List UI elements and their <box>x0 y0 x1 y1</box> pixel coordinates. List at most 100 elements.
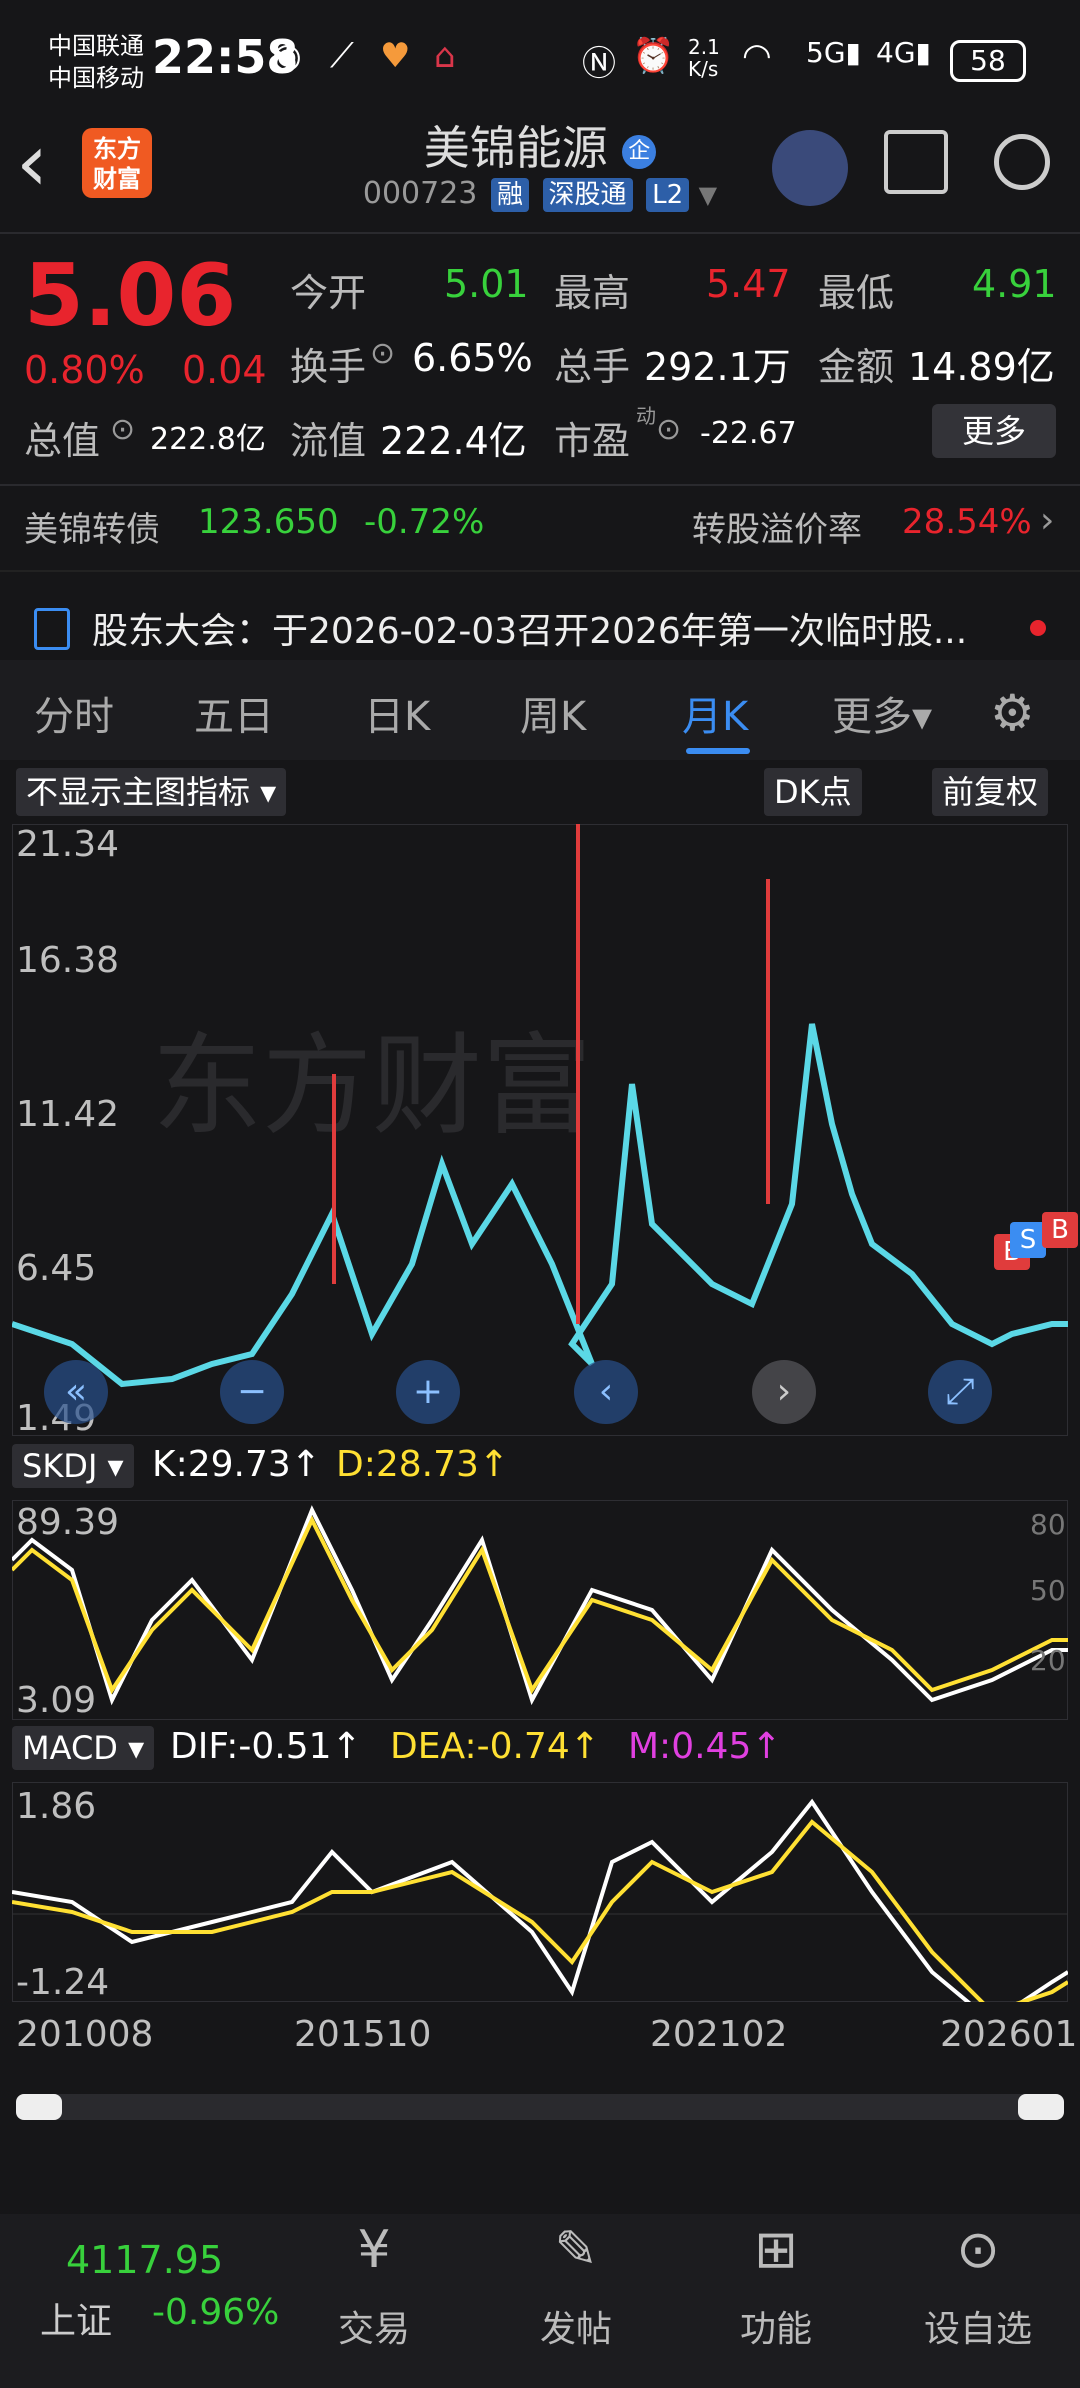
x-tick-label: 201008 <box>16 2014 154 2055</box>
bond-label[interactable]: 美锦转债 <box>24 502 160 551</box>
share-icon[interactable] <box>884 130 948 194</box>
carrier-1: 中国联通 <box>48 32 144 60</box>
indicator-select[interactable]: 不显示主图指标 ▾ <box>16 768 287 816</box>
net-speed: 2.1 K/s <box>688 35 720 81</box>
dk-point-button[interactable]: DK点 <box>764 768 862 816</box>
skdj-ref-20: 20 <box>1030 1644 1066 1677</box>
fullscreen-icon[interactable]: ⤢ <box>928 1360 992 1424</box>
info-icon[interactable]: ⊙ <box>110 412 135 447</box>
carrier-info: 中国联通 中国移动 <box>48 30 144 94</box>
skdj-ref-80: 80 <box>1030 1508 1066 1541</box>
zoom-in-icon[interactable]: + <box>396 1360 460 1424</box>
index-pct: -0.96% <box>152 2292 280 2333</box>
y-tick-label: 16.38 <box>16 940 120 981</box>
adjust-button[interactable]: 前复权 <box>932 768 1049 816</box>
premium-label: 转股溢价率 <box>692 510 862 550</box>
skdj-k: K:29.73↑ <box>152 1444 321 1485</box>
info-icon[interactable]: ⊙ <box>656 412 681 447</box>
tab-five-day[interactable]: 五日 <box>194 684 274 742</box>
buy-marker[interactable]: B <box>1042 1212 1078 1248</box>
wifi-icon: ◠ <box>742 36 772 76</box>
bank-app-icon: ⌂ <box>434 36 456 76</box>
open-label: 今开 <box>290 271 367 315</box>
low-value: 4.91 <box>972 262 1057 306</box>
more-button[interactable]: 更多 <box>932 404 1056 458</box>
functions-icon[interactable]: ⊞ <box>716 2220 836 2280</box>
x-tick-label: 202102 <box>650 2014 788 2055</box>
amount-value: 14.89亿 <box>908 345 1055 389</box>
range-slider-left-handle[interactable] <box>16 2094 62 2120</box>
post-icon[interactable]: ✎ <box>516 2220 636 2280</box>
assistant-avatar-icon[interactable] <box>772 130 848 206</box>
skdj-y-top: 89.39 <box>16 1502 120 1543</box>
gear-icon[interactable]: ⚙ <box>990 684 1035 742</box>
macd-m: M:0.45↑ <box>628 1726 782 1767</box>
volume-value: 292.1万 <box>644 345 791 389</box>
mcap-value: 222.8亿 <box>150 422 266 457</box>
last-price: 5.06 <box>24 246 237 346</box>
sell-marker[interactable]: S <box>1010 1222 1046 1258</box>
high-value: 5.47 <box>706 262 791 306</box>
y-tick-label: 6.45 <box>16 1248 97 1289</box>
nav-watchlist[interactable]: 设自选 <box>918 2300 1038 2352</box>
range-slider-track[interactable] <box>16 2094 1064 2120</box>
macd-y-top: 1.86 <box>16 1786 97 1827</box>
bond-pct: -0.72% <box>364 502 485 542</box>
divider <box>0 570 1080 572</box>
search-icon[interactable] <box>994 134 1050 190</box>
turnover-label: 换手 <box>290 345 367 389</box>
stock-code: 000723 <box>362 176 478 211</box>
tag-connect: 深股通 <box>542 178 633 212</box>
tab-weekly-k[interactable]: 周K <box>520 684 586 742</box>
tab-more[interactable]: 更多▾ <box>832 684 932 742</box>
trade-icon[interactable]: ¥ <box>314 2220 434 2280</box>
y-tick-label: 11.42 <box>16 1094 120 1135</box>
step-right-icon[interactable]: › <box>752 1360 816 1424</box>
macd-y-bottom: -1.24 <box>16 1962 110 2003</box>
nfc-icon: Ⓝ <box>582 44 616 84</box>
unread-dot <box>1030 620 1046 636</box>
tab-daily-k[interactable]: 日K <box>364 684 430 742</box>
chevron-down-icon[interactable]: ▼ <box>699 181 717 209</box>
y-tick-label: 21.34 <box>16 824 120 865</box>
zoom-out-icon[interactable]: − <box>220 1360 284 1424</box>
fast-backward-icon[interactable]: « <box>44 1360 108 1424</box>
tag-l2[interactable]: L2 <box>646 178 690 212</box>
skdj-d: D:28.73↑ <box>336 1444 510 1485</box>
macd-chart[interactable] <box>12 1782 1068 2002</box>
turnover-value: 6.65% <box>412 336 533 380</box>
index-value[interactable]: 4117.95 <box>66 2238 223 2282</box>
chevron-right-icon[interactable]: › <box>1040 500 1054 541</box>
range-slider-right-handle[interactable] <box>1018 2094 1064 2120</box>
active-tab-indicator <box>686 748 750 754</box>
index-name[interactable]: 上证 <box>40 2292 112 2344</box>
step-left-icon[interactable]: ‹ <box>574 1360 638 1424</box>
tab-monthly-k[interactable]: 月K <box>682 684 748 742</box>
pe-label: 市盈 <box>554 419 631 463</box>
macd-select[interactable]: MACD ▾ <box>12 1726 155 1770</box>
divider <box>0 484 1080 486</box>
nav-post[interactable]: 发帖 <box>516 2300 636 2352</box>
signal-4g-icon: 4G▮ <box>876 36 931 69</box>
kline-chart[interactable]: 东方财富 <box>12 824 1068 1436</box>
macd-dif: DIF:-0.51↑ <box>170 1726 362 1767</box>
battery-icon: 58 <box>950 40 1026 82</box>
open-value: 5.01 <box>444 262 529 306</box>
skdj-select[interactable]: SKDJ ▾ <box>12 1444 134 1488</box>
volume-label: 总手 <box>554 345 631 389</box>
watchlist-icon[interactable]: ⊙ <box>918 2220 1038 2280</box>
price-change: 0.04 <box>182 348 267 392</box>
notice-text[interactable]: 股东大会：于2026-02-03召开2026年第一次临时股... <box>92 602 967 654</box>
amount-label: 金额 <box>818 345 895 389</box>
status-bar: 中国联通 中国移动 22:58 ◉ ⟋ ♥ ⌂ Ⓝ ⏰ 2.1 K/s ◠ 5G… <box>0 0 1080 120</box>
app-icon: ⟋ <box>330 36 354 76</box>
skdj-chart[interactable] <box>12 1500 1068 1720</box>
tab-intraday[interactable]: 分时 <box>34 684 114 742</box>
svg-text:东方财富: 东方财富 <box>152 1022 592 1150</box>
nav-functions[interactable]: 功能 <box>716 2300 836 2352</box>
float-cap-value: 222.4亿 <box>380 419 527 463</box>
info-icon[interactable]: ⊙ <box>370 336 395 371</box>
skdj-y-bottom: 3.09 <box>16 1680 97 1721</box>
pe-dynamic-mark: 动 <box>636 404 656 428</box>
nav-trade[interactable]: 交易 <box>314 2300 434 2352</box>
